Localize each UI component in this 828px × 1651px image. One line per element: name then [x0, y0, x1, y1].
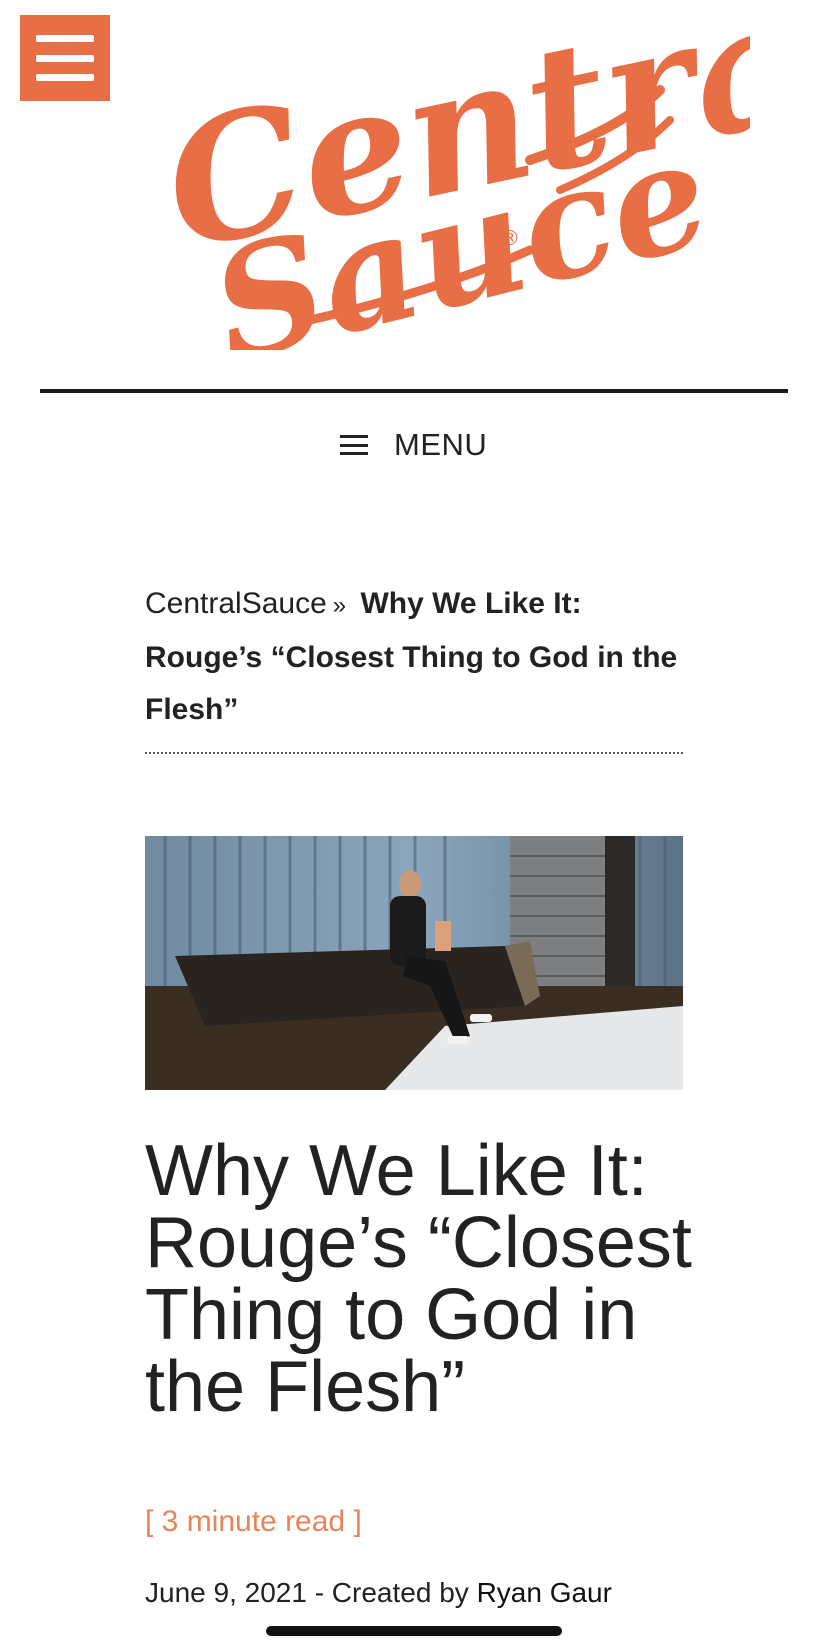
breadcrumb-separator: »	[332, 592, 347, 619]
breadcrumb-home-link[interactable]: CentralSauce	[145, 587, 327, 620]
home-indicator[interactable]	[266, 1626, 562, 1636]
site-logo[interactable]: Central Sauce ®	[60, 0, 828, 397]
menu-toggle-button[interactable]: MENU	[340, 425, 487, 465]
article-title: Why We Like It: Rouge’s “Closest Thing t…	[145, 1131, 692, 1427]
menu-lines-icon	[340, 435, 368, 455]
read-time-label: [ 3 minute read ]	[145, 1505, 362, 1538]
registered-mark: ®	[500, 226, 520, 250]
author-link[interactable]: Ryan Gaur	[477, 1577, 612, 1608]
menu-label: MENU	[394, 427, 488, 462]
central-sauce-logo: Central Sauce ®	[149, 0, 828, 397]
featured-photo-illustration	[145, 836, 683, 1090]
breadcrumb-divider	[145, 752, 683, 754]
breadcrumb: CentralSauce» Why We Like It: Rouge’s “C…	[145, 578, 685, 736]
created-by-text: - Created by	[306, 1577, 477, 1608]
featured-image[interactable]	[145, 836, 683, 1090]
header-divider	[40, 389, 788, 393]
publish-date: June 9, 2021	[145, 1577, 307, 1608]
article-meta: June 9, 2021 - Created by Ryan Gaur	[145, 1577, 612, 1609]
